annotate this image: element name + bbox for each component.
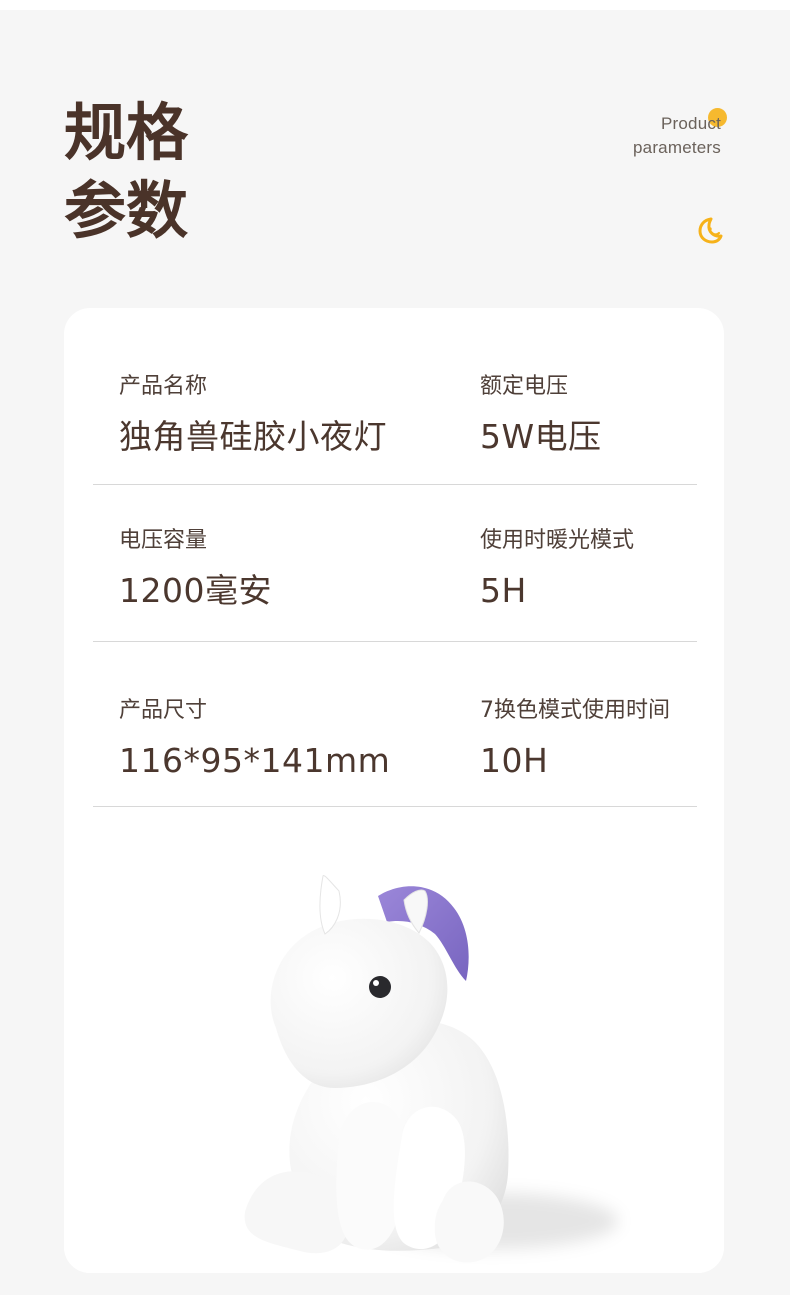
spec-row-name-voltage: 产品名称 独角兽硅胶小夜灯 额定电压 5W电压: [93, 308, 697, 485]
spec-row-capacity-warm: 电压容量 1200毫安 使用时暖光模式 5H: [93, 484, 697, 642]
unicorn-eye: [369, 976, 391, 998]
spec-item-warm-light: 使用时暖光模式 5H: [480, 526, 710, 612]
unicorn-front-leg: [336, 1102, 405, 1250]
spec-item-capacity: 电压容量 1200毫安: [119, 526, 399, 612]
subtitle-line-2: parameters: [633, 138, 721, 157]
spec-page: 规格 参数 Product parameters 产品名称 独角兽硅胶小夜灯 额…: [0, 10, 790, 1295]
spec-label: 产品尺寸: [119, 698, 208, 723]
unicorn-night-light-image: [244, 875, 509, 1263]
spec-label: 7换色模式使用时间: [480, 698, 670, 723]
unicorn-eye-highlight: [373, 980, 379, 986]
product-image-area: [64, 828, 724, 1273]
spec-label: 电压容量: [119, 528, 208, 553]
spec-item-name: 产品名称 独角兽硅胶小夜灯: [119, 372, 399, 458]
english-subtitle: Product parameters: [541, 112, 721, 160]
spec-value: 1200毫安: [119, 571, 272, 610]
spec-label: 使用时暖光模式: [480, 528, 635, 553]
spec-value: 5W电压: [480, 417, 602, 456]
spec-value: 116*95*141mm: [119, 741, 391, 780]
title-line-2: 参数: [64, 174, 189, 247]
spec-value: 10H: [480, 741, 549, 780]
spec-row-size-color: 产品尺寸 116*95*141mm 7换色模式使用时间 10H: [93, 641, 697, 807]
subtitle-line-1: Product: [661, 114, 721, 133]
spec-card: 产品名称 独角兽硅胶小夜灯 额定电压 5W电压 电压容量 1200毫安 使用时暖…: [64, 308, 724, 1273]
spec-item-size: 产品尺寸 116*95*141mm: [119, 696, 399, 782]
spec-label: 额定电压: [480, 374, 569, 399]
spec-item-voltage: 额定电压 5W电压: [480, 372, 710, 458]
spec-label: 产品名称: [119, 374, 208, 399]
moon-icon: [698, 217, 723, 244]
title-line-1: 规格: [64, 96, 189, 169]
spec-value: 5H: [480, 571, 527, 610]
spec-value: 独角兽硅胶小夜灯: [119, 417, 387, 456]
spec-item-color-mode: 7换色模式使用时间 10H: [480, 696, 710, 782]
page-title: 规格 参数: [64, 94, 224, 250]
